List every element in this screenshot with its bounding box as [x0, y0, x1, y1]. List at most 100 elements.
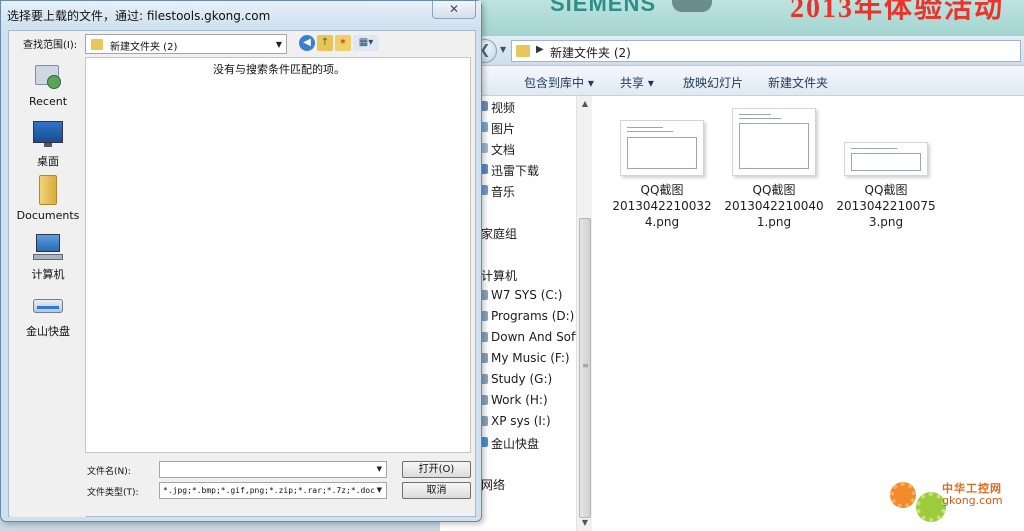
file-content-pane: QQ截图 2013042210032 4.png QQ截图 2013042210… [592, 96, 1024, 531]
place-kuaipan[interactable]: 金山快盘 [10, 289, 86, 339]
nav-item-kuaipan[interactable]: 金山快盘 [491, 435, 539, 452]
place-computer[interactable]: 计算机 [10, 232, 86, 282]
file-name-line: 1.png [756, 215, 792, 229]
brand-text: SIEMENS [550, 0, 657, 16]
nav-item-computer[interactable]: 计算机 [481, 267, 517, 284]
background-window-header: SIEMENS 2013年体验活动 [440, 0, 1024, 36]
filetype-value: *.jpg;*.bmp;*.gif,png;*.zip;*.rar;*.7z;*… [163, 486, 375, 495]
thumbnail-table [739, 123, 809, 169]
file-name-line: 2013042210075 [836, 199, 936, 213]
up-folder-icon[interactable]: ↑ [317, 35, 333, 51]
look-in-dropdown[interactable]: 新建文件夹 (2) ▼ [85, 34, 287, 54]
scrollbar-thumb[interactable]: ≡ [579, 218, 591, 518]
nav-item-drive-e[interactable]: Down And Soft [491, 330, 580, 344]
watermark: 中华工控网 gkong.com [888, 470, 1024, 531]
thumbnail-text-line [627, 131, 673, 132]
chevron-down-icon: ▼ [275, 40, 282, 49]
nav-item-drive-f[interactable]: My Music (F:) [491, 351, 570, 365]
documents-folder-icon [33, 175, 63, 205]
address-box[interactable]: ▶ 新建文件夹 (2) [511, 40, 1021, 62]
file-name-line: QQ截图 [752, 183, 796, 197]
grip-icon: ≡ [582, 361, 589, 370]
image-thumbnail [620, 120, 704, 176]
file-item[interactable]: QQ截图 2013042210040 1.png [718, 108, 830, 230]
nav-item-drive-g[interactable]: Study (G:) [491, 372, 552, 386]
image-thumbnail [732, 108, 816, 176]
scroll-down-arrow[interactable]: ▼ [577, 515, 593, 531]
gear-icon [890, 482, 916, 508]
command-bar: 织 包含到库中 ▾ 共享 ▾ 放映幻灯片 新建文件夹 [436, 66, 1024, 96]
filetype-label: 文件类型(T): [87, 488, 139, 498]
nav-item-drive-i[interactable]: XP sys (I:) [491, 414, 551, 428]
open-button[interactable]: 打开(O) [402, 461, 471, 478]
view-menu-icon[interactable]: ▦▾ [353, 35, 379, 51]
thumbnail-text-line [627, 127, 663, 128]
filetype-select[interactable]: *.jpg;*.bmp;*.gif,png;*.zip;*.rar;*.7z;*… [159, 482, 387, 499]
file-item[interactable]: QQ截图 2013042210075 3.png [830, 142, 942, 230]
empty-message: 没有与搜索条件匹配的项。 [213, 63, 345, 76]
folder-icon [91, 39, 103, 50]
chevron-down-icon[interactable]: ▼ [377, 465, 382, 473]
thumbnail-text-line [739, 114, 771, 115]
thumbnail-text-line [739, 118, 781, 119]
address-path: 新建文件夹 (2) [550, 46, 631, 60]
close-button[interactable]: ✕ [432, 1, 476, 19]
filename-input[interactable]: ▼ [159, 461, 387, 478]
file-item[interactable]: QQ截图 2013042210032 4.png [606, 120, 718, 230]
desktop-icon [33, 119, 63, 149]
file-name-line: 4.png [644, 215, 680, 229]
cancel-button[interactable]: 取消 [402, 482, 471, 499]
thumbnail-text-line [851, 148, 897, 149]
nav-item-pictures[interactable]: 图片 [491, 120, 515, 137]
filename-label: 文件名(N): [87, 467, 131, 477]
chevron-down-icon: ▼ [376, 486, 382, 494]
file-name-line: QQ截图 [864, 183, 908, 197]
chevron-right-icon[interactable]: ▶ [536, 44, 544, 55]
header-decoration [672, 0, 712, 12]
nav-item-videos[interactable]: 视频 [491, 99, 515, 116]
banner-text: 2013年体验活动 [790, 0, 1005, 24]
place-recent[interactable]: Recent [10, 61, 86, 108]
place-documents[interactable]: Documents [10, 175, 86, 222]
cloud-drive-icon [33, 289, 63, 319]
navigation-scrollbar[interactable]: ▲ ≡ ▼ [576, 96, 592, 531]
image-thumbnail [844, 142, 928, 176]
nav-item-drive-h[interactable]: Work (H:) [491, 393, 548, 407]
file-name-line: 2013042210040 [724, 199, 824, 213]
recent-places-icon [33, 61, 63, 91]
nav-item-homegroup[interactable]: 家庭组 [481, 225, 517, 242]
look-in-value: 新建文件夹 (2) [110, 42, 178, 53]
place-label: 桌面 [37, 155, 59, 168]
dialog-titlebar[interactable]: 选择要上载的文件，通过: filestools.gkong.com ✕ [1, 1, 481, 29]
upload-file-dialog: 选择要上载的文件，通过: filestools.gkong.com ✕ 查找范围… [0, 0, 482, 522]
file-list[interactable]: 没有与搜索条件匹配的项。 [85, 57, 471, 453]
nav-item-drive-d[interactable]: Programs (D:) [491, 309, 574, 323]
file-name-line: 2013042210032 [612, 199, 712, 213]
nav-item-music[interactable]: 音乐 [491, 183, 515, 200]
new-folder-button[interactable]: 新建文件夹 [768, 74, 828, 91]
file-name-line: QQ截图 [640, 183, 684, 197]
nav-item-documents[interactable]: 文档 [491, 141, 515, 158]
back-arrow-icon[interactable]: ◀ [299, 35, 315, 51]
place-desktop[interactable]: 桌面 [10, 119, 86, 169]
share-button[interactable]: 共享 ▾ [620, 74, 654, 91]
watermark-en: gkong.com [942, 494, 1003, 507]
recent-pages-dropdown[interactable]: ▼ [500, 45, 506, 54]
scroll-up-arrow[interactable]: ▲ [577, 96, 593, 112]
dialog-body: 查找范围(I): 新建文件夹 (2) ▼ ◀ ↑ ✶ ▦▾ Recent 桌面 … [8, 30, 476, 517]
place-label: Documents [16, 209, 80, 222]
address-bar: ❮ ▼ ▶ 新建文件夹 (2) [440, 36, 1024, 66]
new-folder-icon[interactable]: ✶ [335, 35, 351, 51]
place-label: 金山快盘 [26, 325, 70, 338]
folder-icon [516, 45, 530, 57]
thumbnail-table [851, 153, 921, 171]
include-in-library-button[interactable]: 包含到库中 ▾ [524, 74, 594, 91]
dialog-title: 选择要上载的文件，通过: filestools.gkong.com [7, 9, 271, 23]
nav-item-network[interactable]: 网络 [481, 476, 505, 493]
computer-icon [33, 232, 63, 262]
slideshow-button[interactable]: 放映幻灯片 [683, 74, 743, 91]
look-in-label: 查找范围(I): [23, 40, 78, 51]
nav-item-xunlei-downloads[interactable]: 迅雷下载 [491, 162, 539, 179]
nav-item-drive-c[interactable]: W7 SYS (C:) [491, 288, 562, 302]
thumbnail-table [627, 137, 697, 169]
